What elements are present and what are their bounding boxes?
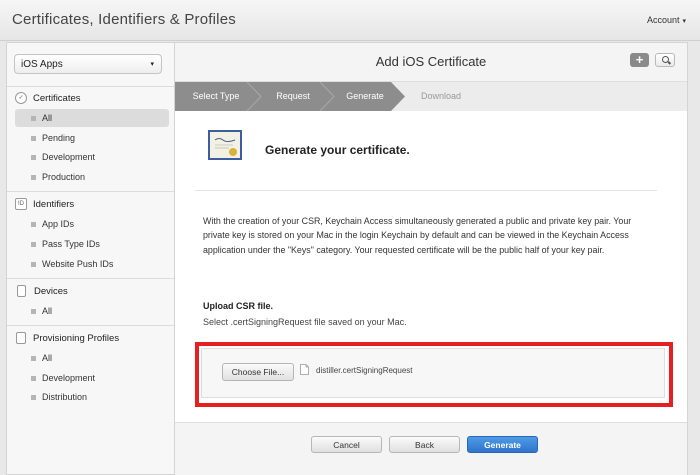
divider [195,190,657,191]
bullet-icon [31,174,36,180]
back-button[interactable]: Back [389,436,460,453]
sidebar-section-devices[interactable]: Devices [15,285,68,299]
bullet-icon [31,135,36,141]
bullet-icon [31,115,36,121]
sidebar-item-certificates-pending[interactable]: Pending [15,129,169,147]
chevron-down-icon: ▾ [682,18,686,25]
step-select-type: Select Type [192,91,240,101]
certificate-icon [208,130,242,160]
app-type-select[interactable]: iOS Apps ▾ [14,54,162,74]
divider [7,278,175,279]
bullet-icon [31,394,36,400]
main-panel: Add iOS Certificate + Select Type Reques… [174,42,688,475]
divider [7,191,175,192]
certificate-icon: ✓ [15,92,27,105]
upload-heading: Upload CSR file. [203,301,274,311]
device-icon [17,285,26,298]
highlight-box [195,342,673,407]
step-generate: Generate [346,91,384,101]
step-download: Download [420,91,462,101]
bullet-icon [31,241,36,247]
page-title: Add iOS Certificate [375,54,487,69]
generate-button[interactable]: Generate [467,436,538,453]
bullet-icon [31,375,36,381]
divider [7,86,175,87]
step-request: Request [276,91,310,101]
sidebar-item-devices-all[interactable]: All [15,302,169,320]
sidebar-item-app-ids[interactable]: App IDs [15,215,169,233]
bullet-icon [31,154,36,160]
sidebar-item-profiles-all[interactable]: All [15,349,169,367]
upload-instructions: Select .certSigningRequest file saved on… [203,317,407,327]
sidebar-item-certificates-production[interactable]: Production [15,168,169,186]
account-menu[interactable]: Account ▾ [647,15,686,25]
add-button[interactable]: + [630,53,649,67]
app-type-select-value: iOS Apps [21,59,63,70]
bullet-icon [31,355,36,361]
search-button[interactable] [655,53,675,67]
chevron-down-icon: ▾ [150,61,154,68]
sidebar-section-certificates[interactable]: ✓ Certificates [15,92,81,106]
sidebar-item-profiles-distribution[interactable]: Distribution [15,388,169,406]
sidebar: iOS Apps ▾ ✓ Certificates All Pending Dev… [6,42,175,475]
main-header: Add iOS Certificate + [175,43,687,82]
bullet-icon [31,221,36,227]
profile-icon [16,332,26,345]
bullet-icon [31,308,36,314]
footer-bar: Cancel Back Generate [175,422,687,475]
sidebar-section-provisioning-profiles[interactable]: Provisioning Profiles [15,332,119,346]
generate-heading: Generate your certificate. [265,143,410,157]
sidebar-item-website-push-ids[interactable]: Website Push IDs [15,255,169,273]
account-label: Account [646,15,680,25]
app-title: Certificates, Identifiers & Profiles [12,11,236,28]
sidebar-item-profiles-development[interactable]: Development [15,369,169,387]
description-text: With the creation of your CSR, Keychain … [203,216,632,255]
sidebar-item-pass-type-ids[interactable]: Pass Type IDs [15,235,169,253]
id-icon: ID [15,198,27,211]
bullet-icon [31,261,36,267]
sidebar-item-certificates-development[interactable]: Development [15,148,169,166]
divider [7,325,175,326]
sidebar-section-identifiers[interactable]: ID Identifiers [15,198,74,212]
progress-steps: Select Type Request Generate Download [175,82,687,111]
top-bar: Certificates, Identifiers & Profiles Acc… [0,0,700,41]
sidebar-item-certificates-all[interactable]: All [15,109,169,127]
cancel-button[interactable]: Cancel [311,436,382,453]
